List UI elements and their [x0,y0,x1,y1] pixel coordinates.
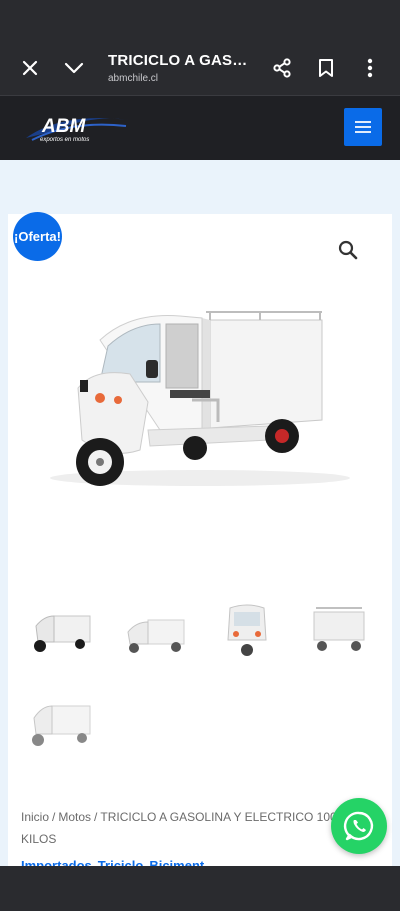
whatsapp-icon [343,811,374,841]
svg-text:ABM: ABM [41,116,86,137]
site-header: ABM exportos en motos [0,96,400,160]
abm-logo[interactable]: ABM exportos en motos [22,110,132,146]
hamburger-icon [355,121,371,133]
thumbnail-5[interactable] [22,696,96,760]
browser-toolbar: TRICICLO A GASOLINA Y ELECTRICO 100 KILO… [0,0,400,96]
sale-badge: ¡Oferta! [13,212,62,261]
page-url: abmchile.cl [108,73,159,84]
breadcrumb: Inicio / Motos / TRICICLO A GASOLINA Y ELECT… [21,806,351,850]
svg-text:exportos en motos: exportos en motos [40,137,89,143]
more-vert-icon[interactable] [356,54,384,82]
system-navigation-bar [0,866,400,911]
menu-button[interactable] [344,108,382,146]
thumbnail-4[interactable] [302,600,376,664]
breadcrumb-separator: / [52,810,56,824]
thumbnail-1[interactable] [22,604,96,668]
thumbnail-3[interactable] [210,600,284,664]
breadcrumb-home[interactable]: Inicio [21,810,49,824]
product-main-image[interactable] [20,290,360,530]
whatsapp-button[interactable] [331,798,387,854]
share-icon[interactable] [268,54,296,82]
page-title: TRICICLO A GASOLINA Y ELECTRICO 100 KILO… [108,52,256,69]
bookmark-icon[interactable] [312,54,340,82]
close-icon[interactable] [16,54,44,82]
search-icon[interactable] [336,238,360,262]
thumbnail-2[interactable] [118,604,192,668]
breadcrumb-separator: / [94,810,98,824]
chevron-down-icon[interactable] [60,54,88,82]
breadcrumb-category[interactable]: Motos [58,810,91,824]
